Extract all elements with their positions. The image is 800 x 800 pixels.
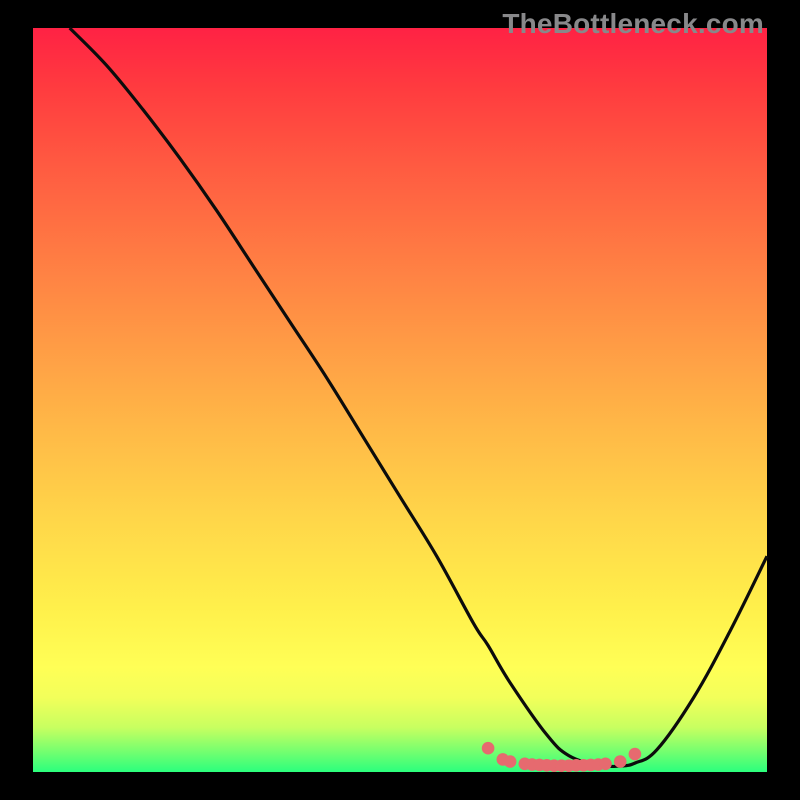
flat-region-dot xyxy=(629,748,642,761)
flat-region-dot xyxy=(504,755,517,768)
flat-region-dot xyxy=(482,742,495,755)
bottleneck-flat-dots xyxy=(0,0,800,800)
flat-region-dot xyxy=(614,755,627,768)
flat-region-dot xyxy=(599,758,612,771)
